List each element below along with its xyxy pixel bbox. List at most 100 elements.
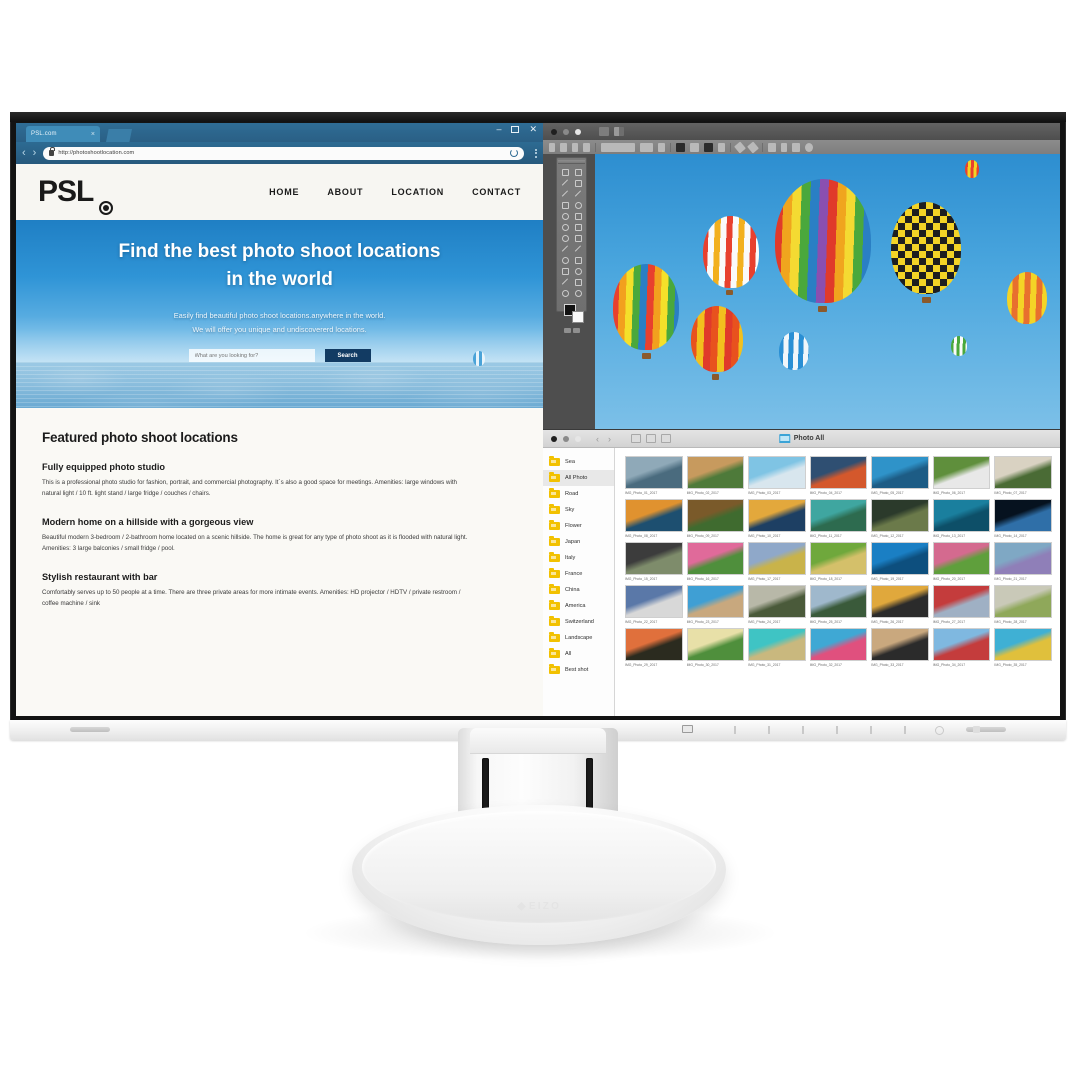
nav-item-contact[interactable]: CONTACT — [472, 187, 521, 197]
browser-window[interactable]: PSL.com × – ✕ ‹ › http://photoshootlocat… — [16, 123, 543, 716]
symmetry-icon[interactable] — [768, 142, 776, 152]
osd-button-3[interactable] — [786, 726, 820, 734]
tool-zoom-out[interactable] — [559, 288, 571, 298]
brush-preset-icon[interactable] — [583, 142, 590, 152]
pen-icon[interactable] — [734, 140, 746, 154]
column-view-icon[interactable] — [661, 434, 671, 443]
sidebar-item-america[interactable]: America — [543, 598, 614, 614]
sidebar-item-japan[interactable]: Japan — [543, 534, 614, 550]
tool-pen[interactable] — [559, 244, 571, 254]
power-button[interactable] — [922, 725, 956, 735]
photo-thumbnail[interactable]: IMG_Photo_16_2017 — [686, 542, 745, 581]
sidebar-item-sky[interactable]: Sky — [543, 502, 614, 518]
tool-line[interactable] — [559, 277, 571, 287]
icon-view-icon[interactable] — [631, 434, 641, 443]
back-icon[interactable]: ‹ — [596, 434, 599, 444]
tool-path[interactable] — [559, 255, 571, 265]
brush-size-icon[interactable] — [572, 142, 578, 152]
gear-icon[interactable] — [805, 142, 813, 152]
tool-healing[interactable] — [572, 189, 584, 199]
photo-editor-window[interactable] — [543, 123, 1060, 429]
tool-gradient[interactable] — [572, 222, 584, 232]
list-view-icon[interactable] — [646, 434, 656, 443]
tool-clock[interactable] — [572, 200, 584, 210]
photo-thumbnail[interactable]: IMG_Photo_14_2017 — [994, 499, 1052, 538]
photo-thumbnail[interactable]: IMG_Photo_09_2017 — [686, 499, 745, 538]
photo-thumbnail[interactable]: IMG_Photo_11_2017 — [809, 499, 868, 538]
photo-thumbnail[interactable]: IMG_Photo_18_2017 — [809, 542, 868, 581]
sidebar-item-italy[interactable]: Italy — [543, 550, 614, 566]
photo-thumbnail[interactable]: IMG_Photo_28_2017 — [994, 585, 1052, 624]
sidebar-item-france[interactable]: France — [543, 566, 614, 582]
photo-thumbnail[interactable]: IMG_Photo_20_2017 — [932, 542, 991, 581]
tool-rotate[interactable] — [572, 266, 584, 276]
photo-thumbnail[interactable]: IMG_Photo_19_2017 — [871, 542, 929, 581]
close-icon[interactable]: × — [91, 131, 95, 138]
tool-brush[interactable] — [559, 211, 571, 221]
osd-button-4[interactable] — [820, 726, 854, 734]
background-color-swatch[interactable] — [572, 311, 584, 323]
tool-type[interactable] — [572, 244, 584, 254]
new-tab-button[interactable] — [106, 129, 132, 142]
photo-thumbnail[interactable]: IMG_Photo_22_2017 — [625, 585, 683, 624]
photo-thumbnail[interactable]: IMG_Photo_25_2017 — [809, 585, 868, 624]
maximize-button[interactable] — [511, 126, 520, 133]
flow-icon[interactable] — [676, 142, 685, 152]
smoothing-icon[interactable] — [704, 142, 713, 152]
opacity-stepper[interactable] — [658, 142, 665, 152]
tool-hand[interactable] — [559, 266, 571, 276]
color-swatches[interactable] — [559, 302, 584, 326]
photo-thumbnail[interactable]: IMG_Photo_31_2017 — [748, 628, 806, 667]
photo-thumbnail[interactable]: IMG_Photo_05_2017 — [871, 456, 929, 495]
airbrush-icon[interactable] — [690, 142, 699, 152]
tool-lasso[interactable] — [559, 178, 571, 188]
forward-icon[interactable]: › — [33, 147, 37, 159]
browser-menu-icon[interactable] — [531, 148, 537, 158]
view-single-icon[interactable] — [599, 127, 609, 136]
align-icon[interactable] — [781, 142, 787, 152]
photo-thumbnail[interactable]: IMG_Photo_17_2017 — [748, 542, 806, 581]
zoom-dot-icon[interactable] — [575, 128, 581, 135]
screen-mode-icon[interactable] — [572, 328, 580, 333]
input-select-button[interactable] — [682, 725, 693, 733]
osd-button-6[interactable] — [888, 726, 922, 734]
photo-browser-window[interactable]: ‹ › Photo All Sea All Photo Road Sky Flo… — [543, 429, 1060, 716]
tool-stamp[interactable] — [572, 211, 584, 221]
browser-tab[interactable]: PSL.com × — [26, 126, 100, 142]
photo-thumbnail[interactable]: IMG_Photo_29_2017 — [625, 628, 683, 667]
minimize-button[interactable]: – — [496, 125, 501, 134]
osd-button-1[interactable] — [718, 726, 752, 734]
osd-button-5[interactable] — [854, 726, 888, 734]
sidebar-item-flower[interactable]: Flower — [543, 518, 614, 534]
search-button[interactable]: Search — [324, 349, 371, 363]
photo-thumbnail[interactable]: IMG_Photo_21_2017 — [994, 542, 1052, 581]
photo-thumbnail[interactable]: IMG_Photo_23_2017 — [686, 585, 745, 624]
photo-thumbnail[interactable]: IMG_Photo_24_2017 — [748, 585, 806, 624]
osd-button-2[interactable] — [752, 726, 786, 734]
sidebar-item-landscape[interactable]: Landscape — [543, 630, 614, 646]
mode-dropdown[interactable] — [601, 142, 635, 152]
sidebar-item-sea[interactable]: Sea — [543, 454, 614, 470]
photo-thumbnail[interactable]: IMG_Photo_10_2017 — [748, 499, 806, 538]
zoom-dot-icon[interactable] — [575, 435, 581, 442]
photo-thumbnail[interactable]: IMG_Photo_15_2017 — [625, 542, 683, 581]
photo-thumbnail[interactable]: IMG_Photo_33_2017 — [871, 628, 929, 667]
photo-thumbnail[interactable]: IMG_Photo_01_2017 — [625, 456, 683, 495]
address-bar[interactable]: http://photoshootlocation.com — [43, 146, 524, 160]
tool-shape[interactable] — [572, 255, 584, 265]
minimize-dot-icon[interactable] — [563, 128, 569, 135]
close-window-button[interactable]: ✕ — [529, 125, 537, 134]
tool-blur[interactable] — [559, 233, 571, 243]
tool-magic-wand[interactable] — [572, 178, 584, 188]
sidebar-item-all-photo[interactable]: All Photo — [543, 470, 614, 486]
photo-thumbnail[interactable]: IMG_Photo_02_2017 — [686, 456, 745, 495]
photo-thumbnail[interactable]: IMG_Photo_27_2017 — [932, 585, 991, 624]
tool-marquee[interactable] — [559, 167, 571, 177]
sidebar-item-switzerland[interactable]: Switzerland — [543, 614, 614, 630]
tool-dodge[interactable] — [572, 233, 584, 243]
sidebar-item-best-shot[interactable]: Best shot — [543, 662, 614, 678]
photo-thumbnail[interactable]: IMG_Photo_34_2017 — [932, 628, 991, 667]
chevron-down-icon[interactable] — [549, 142, 555, 152]
tool-eyedropper[interactable] — [559, 189, 571, 199]
photo-thumbnail[interactable]: IMG_Photo_08_2017 — [625, 499, 683, 538]
